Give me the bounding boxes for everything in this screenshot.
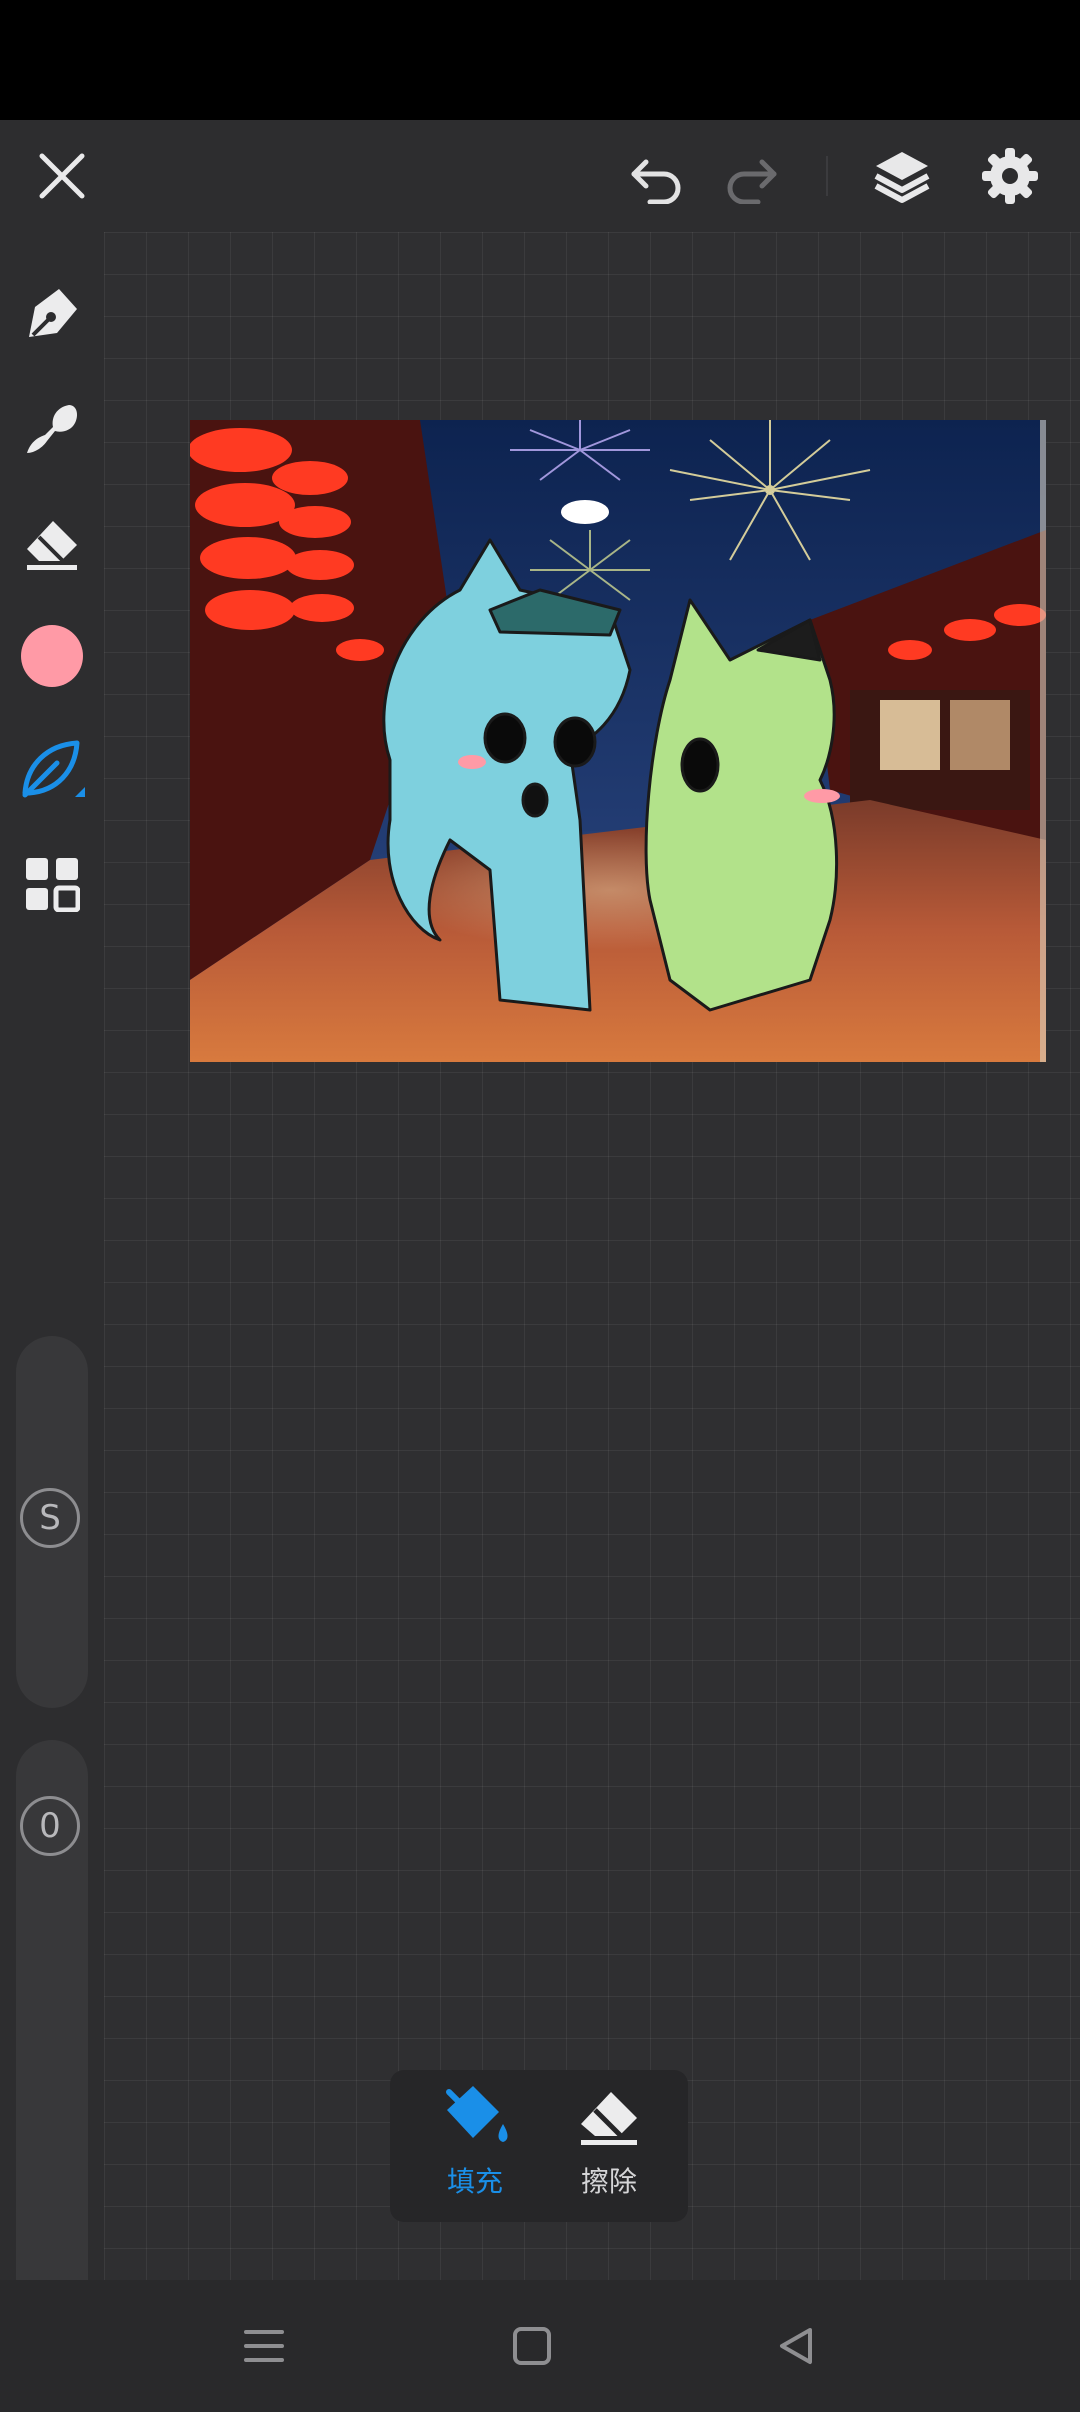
erase-label: 擦除 (580, 2165, 637, 2198)
settings-button[interactable] (970, 136, 1050, 216)
left-toolbar: S 0 (0, 232, 104, 2370)
artwork-image[interactable] (190, 420, 1046, 1062)
top-bar (0, 120, 1080, 232)
fill-label: 填充 (446, 2165, 503, 2198)
redo-button[interactable] (712, 136, 792, 216)
undo-icon (631, 159, 681, 204)
eraser-icon (27, 521, 77, 570)
erase-option[interactable]: 擦除 (544, 2080, 674, 2212)
menu-icon (244, 2330, 284, 2362)
paint-bucket-icon (446, 2086, 508, 2142)
smudge-tool[interactable] (12, 388, 92, 468)
recent-apps-button[interactable] (224, 2306, 304, 2386)
layers-icon (874, 152, 930, 203)
brush-size-slider[interactable]: S (16, 1336, 88, 1708)
brush-opacity-slider[interactable]: 0 (16, 1740, 88, 2370)
status-bar (0, 0, 1080, 120)
back-icon (780, 2328, 812, 2364)
gear-icon (982, 148, 1038, 204)
smudge-brush-icon (27, 405, 77, 453)
color-picker[interactable] (12, 616, 92, 696)
undo-button[interactable] (616, 136, 696, 216)
divider (826, 156, 828, 196)
layers-button[interactable] (862, 136, 942, 216)
redo-icon (727, 159, 777, 204)
system-nav-bar (0, 2280, 1080, 2412)
fill-option[interactable]: 填充 (410, 2080, 540, 2212)
artwork-illustration (190, 420, 1046, 1062)
back-button[interactable] (756, 2306, 836, 2386)
home-icon (513, 2327, 551, 2365)
brush-tool-active[interactable] (12, 730, 92, 810)
color-swatch (21, 625, 83, 687)
eraser-icon (581, 2092, 637, 2145)
pen-icon (29, 289, 77, 337)
more-tools-button[interactable] (12, 844, 92, 924)
brush-opacity-knob[interactable]: 0 (20, 1796, 80, 1856)
close-icon (39, 153, 85, 199)
grid-menu-icon (26, 858, 80, 912)
close-button[interactable] (22, 136, 102, 216)
leaf-brush-icon (22, 740, 85, 798)
pen-tool[interactable] (12, 274, 92, 354)
home-button[interactable] (492, 2306, 572, 2386)
brush-size-knob[interactable]: S (20, 1488, 80, 1548)
fill-tool-popup: 填充 擦除 (390, 2070, 688, 2222)
eraser-tool[interactable] (12, 502, 92, 582)
